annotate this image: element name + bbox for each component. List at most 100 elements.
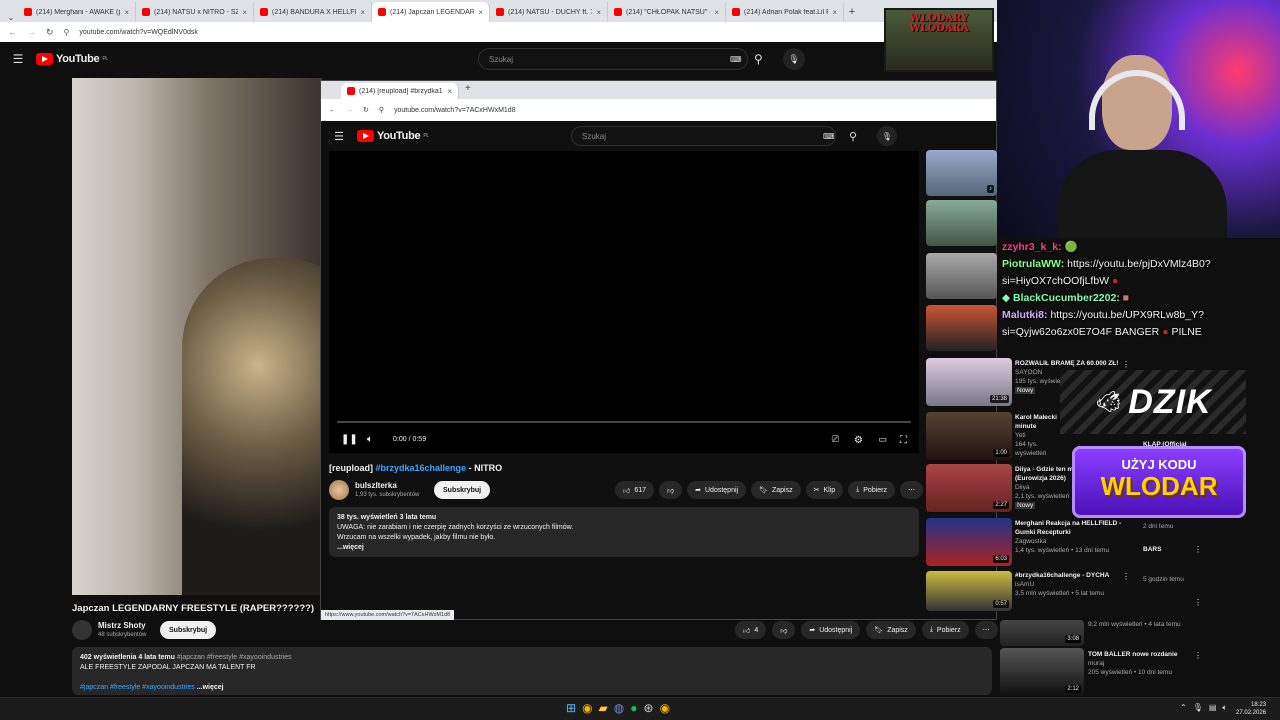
chevron-down-icon[interactable]: ⌄: [4, 13, 18, 22]
browser-tab[interactable]: (214) Adrian Polak feat.Lil Prom×: [726, 2, 844, 22]
subscribe-button[interactable]: Subskrybuj: [434, 481, 491, 499]
mic-icon[interactable]: 🎙: [877, 126, 897, 146]
search-icon[interactable]: ⚲: [849, 130, 857, 143]
search-icon[interactable]: ⚲: [754, 52, 763, 66]
network-icon[interactable]: ▤: [1209, 703, 1217, 713]
subtitles-icon[interactable]: ⎚: [832, 434, 839, 445]
volume-icon[interactable]: 🔈︎: [1222, 703, 1227, 713]
popup-video-player[interactable]: ❚❚ 🔈︎ 0:00 / 0:59 ⎚ ⚙ ▭ ⛶: [329, 151, 919, 453]
reload-icon[interactable]: ↻: [46, 27, 54, 38]
save-button[interactable]: 🔖︎ Zapisz: [866, 621, 916, 639]
rec-thumbnail[interactable]: 6:03: [926, 518, 1012, 566]
rec-thumbnail[interactable]: [926, 305, 997, 351]
popup-tab[interactable]: (214) [reupload] #brzydka16c ×: [341, 83, 459, 99]
clip-button[interactable]: ✂ Klip: [805, 481, 844, 499]
progress-bar[interactable]: [337, 421, 911, 423]
app-icon[interactable]: ⊛: [644, 701, 654, 715]
youtube-logo[interactable]: YouTube PL: [36, 53, 108, 65]
dislike-button[interactable]: 👎︎: [772, 621, 796, 639]
channel-avatar[interactable]: [329, 480, 349, 500]
more-vert-icon[interactable]: ⋮: [1122, 360, 1130, 369]
channel-name[interactable]: bulszlterka: [355, 481, 397, 490]
miniplayer-icon[interactable]: ▭: [878, 434, 887, 445]
forward-icon[interactable]: →: [27, 27, 36, 37]
rec-info[interactable]: Diiya - Gdzie ten m (Eurowizja 2026) Dii…: [1015, 465, 1075, 510]
pause-icon[interactable]: ❚❚: [341, 434, 358, 445]
close-icon[interactable]: ×: [596, 8, 601, 17]
keyboard-icon[interactable]: ⌨: [730, 55, 742, 64]
back-icon[interactable]: ←: [329, 107, 336, 114]
rec-thumbnail[interactable]: 1:00: [926, 412, 1012, 460]
background-video-player[interactable]: [72, 78, 322, 595]
download-button[interactable]: ⤓ Pobierz: [921, 621, 969, 639]
channel-avatar[interactable]: [72, 620, 92, 640]
file-explorer-icon[interactable]: ▰: [599, 701, 608, 715]
subscribe-button[interactable]: Subskrybuj: [160, 621, 217, 639]
discord-icon[interactable]: ◍: [614, 701, 624, 715]
close-icon[interactable]: ×: [478, 8, 483, 17]
rec-thumbnail[interactable]: 3:08: [1000, 620, 1084, 646]
channel-name[interactable]: Mistrz Shoty: [98, 621, 146, 630]
new-tab-icon[interactable]: +: [844, 2, 860, 22]
fullscreen-icon[interactable]: ⛶: [900, 435, 907, 446]
rec-info[interactable]: TOM BALLER nowe rozdanie muraj 205 wyświ…: [1088, 650, 1198, 677]
save-button[interactable]: 🔖︎ Zapisz: [751, 481, 801, 499]
like-button[interactable]: 👍︎ 4: [735, 621, 767, 639]
search-input[interactable]: Szukaj: [571, 126, 836, 146]
search-input[interactable]: Szukaj: [478, 48, 748, 70]
more-vert-icon[interactable]: ⋮: [1194, 545, 1202, 554]
clock[interactable]: 18:23 27.02.2026: [1236, 701, 1266, 717]
more-vert-icon[interactable]: ⋮: [1122, 572, 1130, 581]
browser-tab[interactable]: (214) NATSU x NITRO - SZPILK×: [136, 2, 254, 22]
chrome-active-icon[interactable]: ◉: [660, 701, 670, 715]
reload-icon[interactable]: ↻: [363, 106, 369, 114]
spotify-icon[interactable]: ●: [630, 701, 637, 715]
rec-info[interactable]: #brzydka16challenge - DYCHA isAmU 3,5 ml…: [1015, 571, 1125, 598]
dislike-button[interactable]: 👎︎: [659, 481, 683, 499]
chrome-icon[interactable]: ◉: [582, 701, 592, 715]
like-button[interactable]: 👍︎ 617: [615, 481, 655, 499]
settings-gear-icon[interactable]: ⚙: [854, 435, 863, 446]
rec-thumbnail[interactable]: 2:12: [1000, 648, 1084, 696]
forward-icon[interactable]: →: [346, 107, 353, 114]
rec-info[interactable]: Karol Małecki minute Yeti 164 tys. wyświ…: [1015, 413, 1065, 458]
browser-tab[interactable]: (214) "CHŁOPAK NATSU" - YouT×: [608, 2, 726, 22]
back-icon[interactable]: ←: [8, 27, 17, 37]
popup-description[interactable]: 38 tys. wyświetleń 3 lata temu UWAGA: ni…: [329, 507, 919, 557]
volume-icon[interactable]: 🔈︎: [367, 434, 373, 445]
more-options-button[interactable]: ⋯: [974, 621, 998, 639]
rec-thumbnail[interactable]: 2:27: [926, 464, 1012, 512]
close-icon[interactable]: ×: [447, 87, 452, 96]
browser-tab[interactable]: (214) BANDURA X HELLFIELD X×: [254, 2, 372, 22]
url-field[interactable]: youtube.com/watch?v=WQEdlNV0dsk: [79, 29, 197, 36]
browser-tab-active[interactable]: (214) Japczan LEGENDARNY FF×: [372, 2, 490, 22]
download-button[interactable]: ⤓ Pobierz: [848, 481, 895, 499]
close-icon[interactable]: ×: [832, 8, 837, 17]
keyboard-icon[interactable]: ⌨: [823, 132, 835, 141]
menu-icon[interactable]: ☰: [0, 52, 36, 66]
rec-thumbnail[interactable]: 0:57: [926, 571, 1012, 611]
close-icon[interactable]: ×: [714, 8, 719, 17]
site-info-icon[interactable]: ⚲: [64, 28, 70, 37]
rec-thumbnail[interactable]: 21:38: [926, 358, 1012, 406]
rec-thumbnail[interactable]: ♪: [926, 150, 997, 196]
browser-tab[interactable]: (214) NATSU - DUCHY ft. 7 (OFF×: [490, 2, 608, 22]
share-button[interactable]: ➦ Udostępnij: [687, 481, 747, 499]
popup-url-field[interactable]: youtube.com/watch?v=7ACxHWxM1d8: [394, 107, 516, 114]
mic-icon[interactable]: 🎙︎: [1193, 703, 1203, 713]
mic-icon[interactable]: 🎙: [783, 48, 805, 70]
close-icon[interactable]: ×: [242, 8, 247, 17]
browser-tab[interactable]: (214) Merghani - AWAKE (prod.×: [18, 2, 136, 22]
more-options-button[interactable]: ⋯: [900, 481, 923, 499]
new-tab-icon[interactable]: +: [459, 83, 477, 99]
more-vert-icon[interactable]: ⋮: [1194, 598, 1202, 607]
rec-info[interactable]: Merghani Reakcja na HELLFIELD - Gumki Re…: [1015, 519, 1135, 555]
rec-thumbnail[interactable]: [926, 200, 997, 246]
close-icon[interactable]: ×: [360, 8, 365, 17]
rec-thumbnail[interactable]: [926, 253, 997, 299]
youtube-logo[interactable]: YouTube PL: [357, 130, 429, 142]
chevron-up-icon[interactable]: ⌃: [1180, 703, 1187, 713]
windows-start-icon[interactable]: ⊞: [566, 701, 576, 715]
close-icon[interactable]: ×: [124, 8, 129, 17]
share-button[interactable]: ➦ Udostępnij: [801, 621, 861, 639]
